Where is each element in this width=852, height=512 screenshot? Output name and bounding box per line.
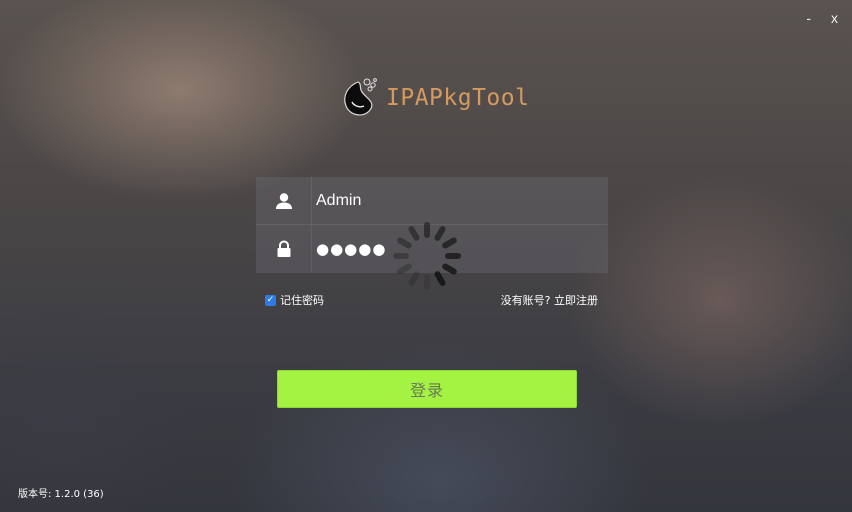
password-input[interactable]: ●●●●● [316,240,386,258]
spinner-spoke [434,271,446,286]
login-button[interactable]: 登录 [277,370,577,408]
spinner-spoke [393,253,409,259]
spinner-icon [393,222,461,290]
lock-icon [256,225,312,272]
remember-password[interactable]: ✓ 记住密码 [265,292,324,308]
spinner-spoke [442,263,457,275]
username-input[interactable] [316,191,586,210]
spinner-spoke [442,237,457,249]
close-button[interactable]: x [831,8,838,28]
minimize-button[interactable]: - [806,8,811,28]
app-title: IPAPkgTool [386,85,530,111]
register-link[interactable]: 没有账号? 立即注册 [501,292,598,308]
spinner-spoke [408,226,420,241]
brand-header: IPAPkgTool [340,76,529,120]
spinner-spoke [397,263,412,275]
window-controls: - x [806,8,838,28]
spinner-spoke [445,253,461,259]
remember-label: 记住密码 [280,294,324,307]
remember-checkbox[interactable]: ✓ [265,294,276,306]
user-icon [256,177,312,224]
spinner-spoke [424,274,430,290]
version-label: 版本号: 1.2.0 (36) [18,489,104,500]
spinner-spoke [397,237,412,249]
spinner-spoke [424,222,430,238]
spinner-spoke [434,226,446,241]
ink-drop-logo-icon [344,78,377,116]
spinner-spoke [408,271,420,286]
